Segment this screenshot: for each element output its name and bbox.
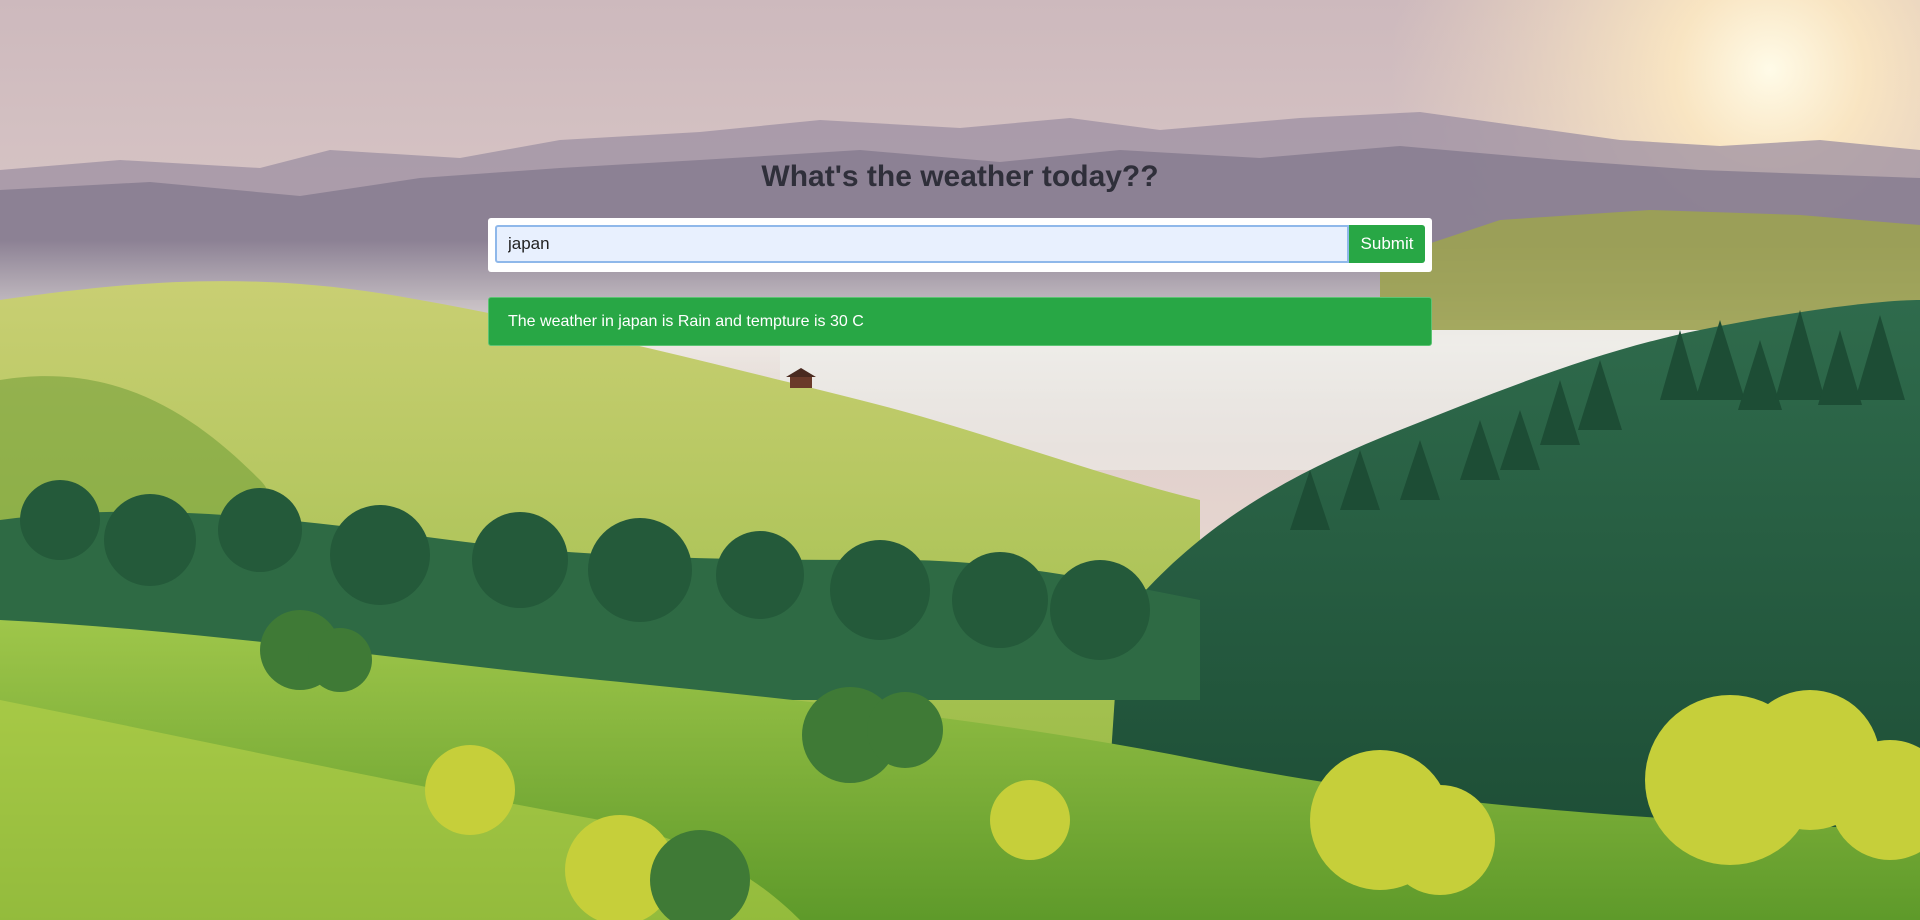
weather-result-alert: The weather in japan is Rain and temptur… bbox=[488, 297, 1432, 346]
search-form: Submit bbox=[488, 218, 1432, 272]
submit-button[interactable]: Submit bbox=[1349, 225, 1425, 263]
page-title: What's the weather today?? bbox=[761, 160, 1159, 193]
weather-app: What's the weather today?? Submit The we… bbox=[0, 0, 1920, 920]
city-search-input[interactable] bbox=[495, 225, 1349, 263]
